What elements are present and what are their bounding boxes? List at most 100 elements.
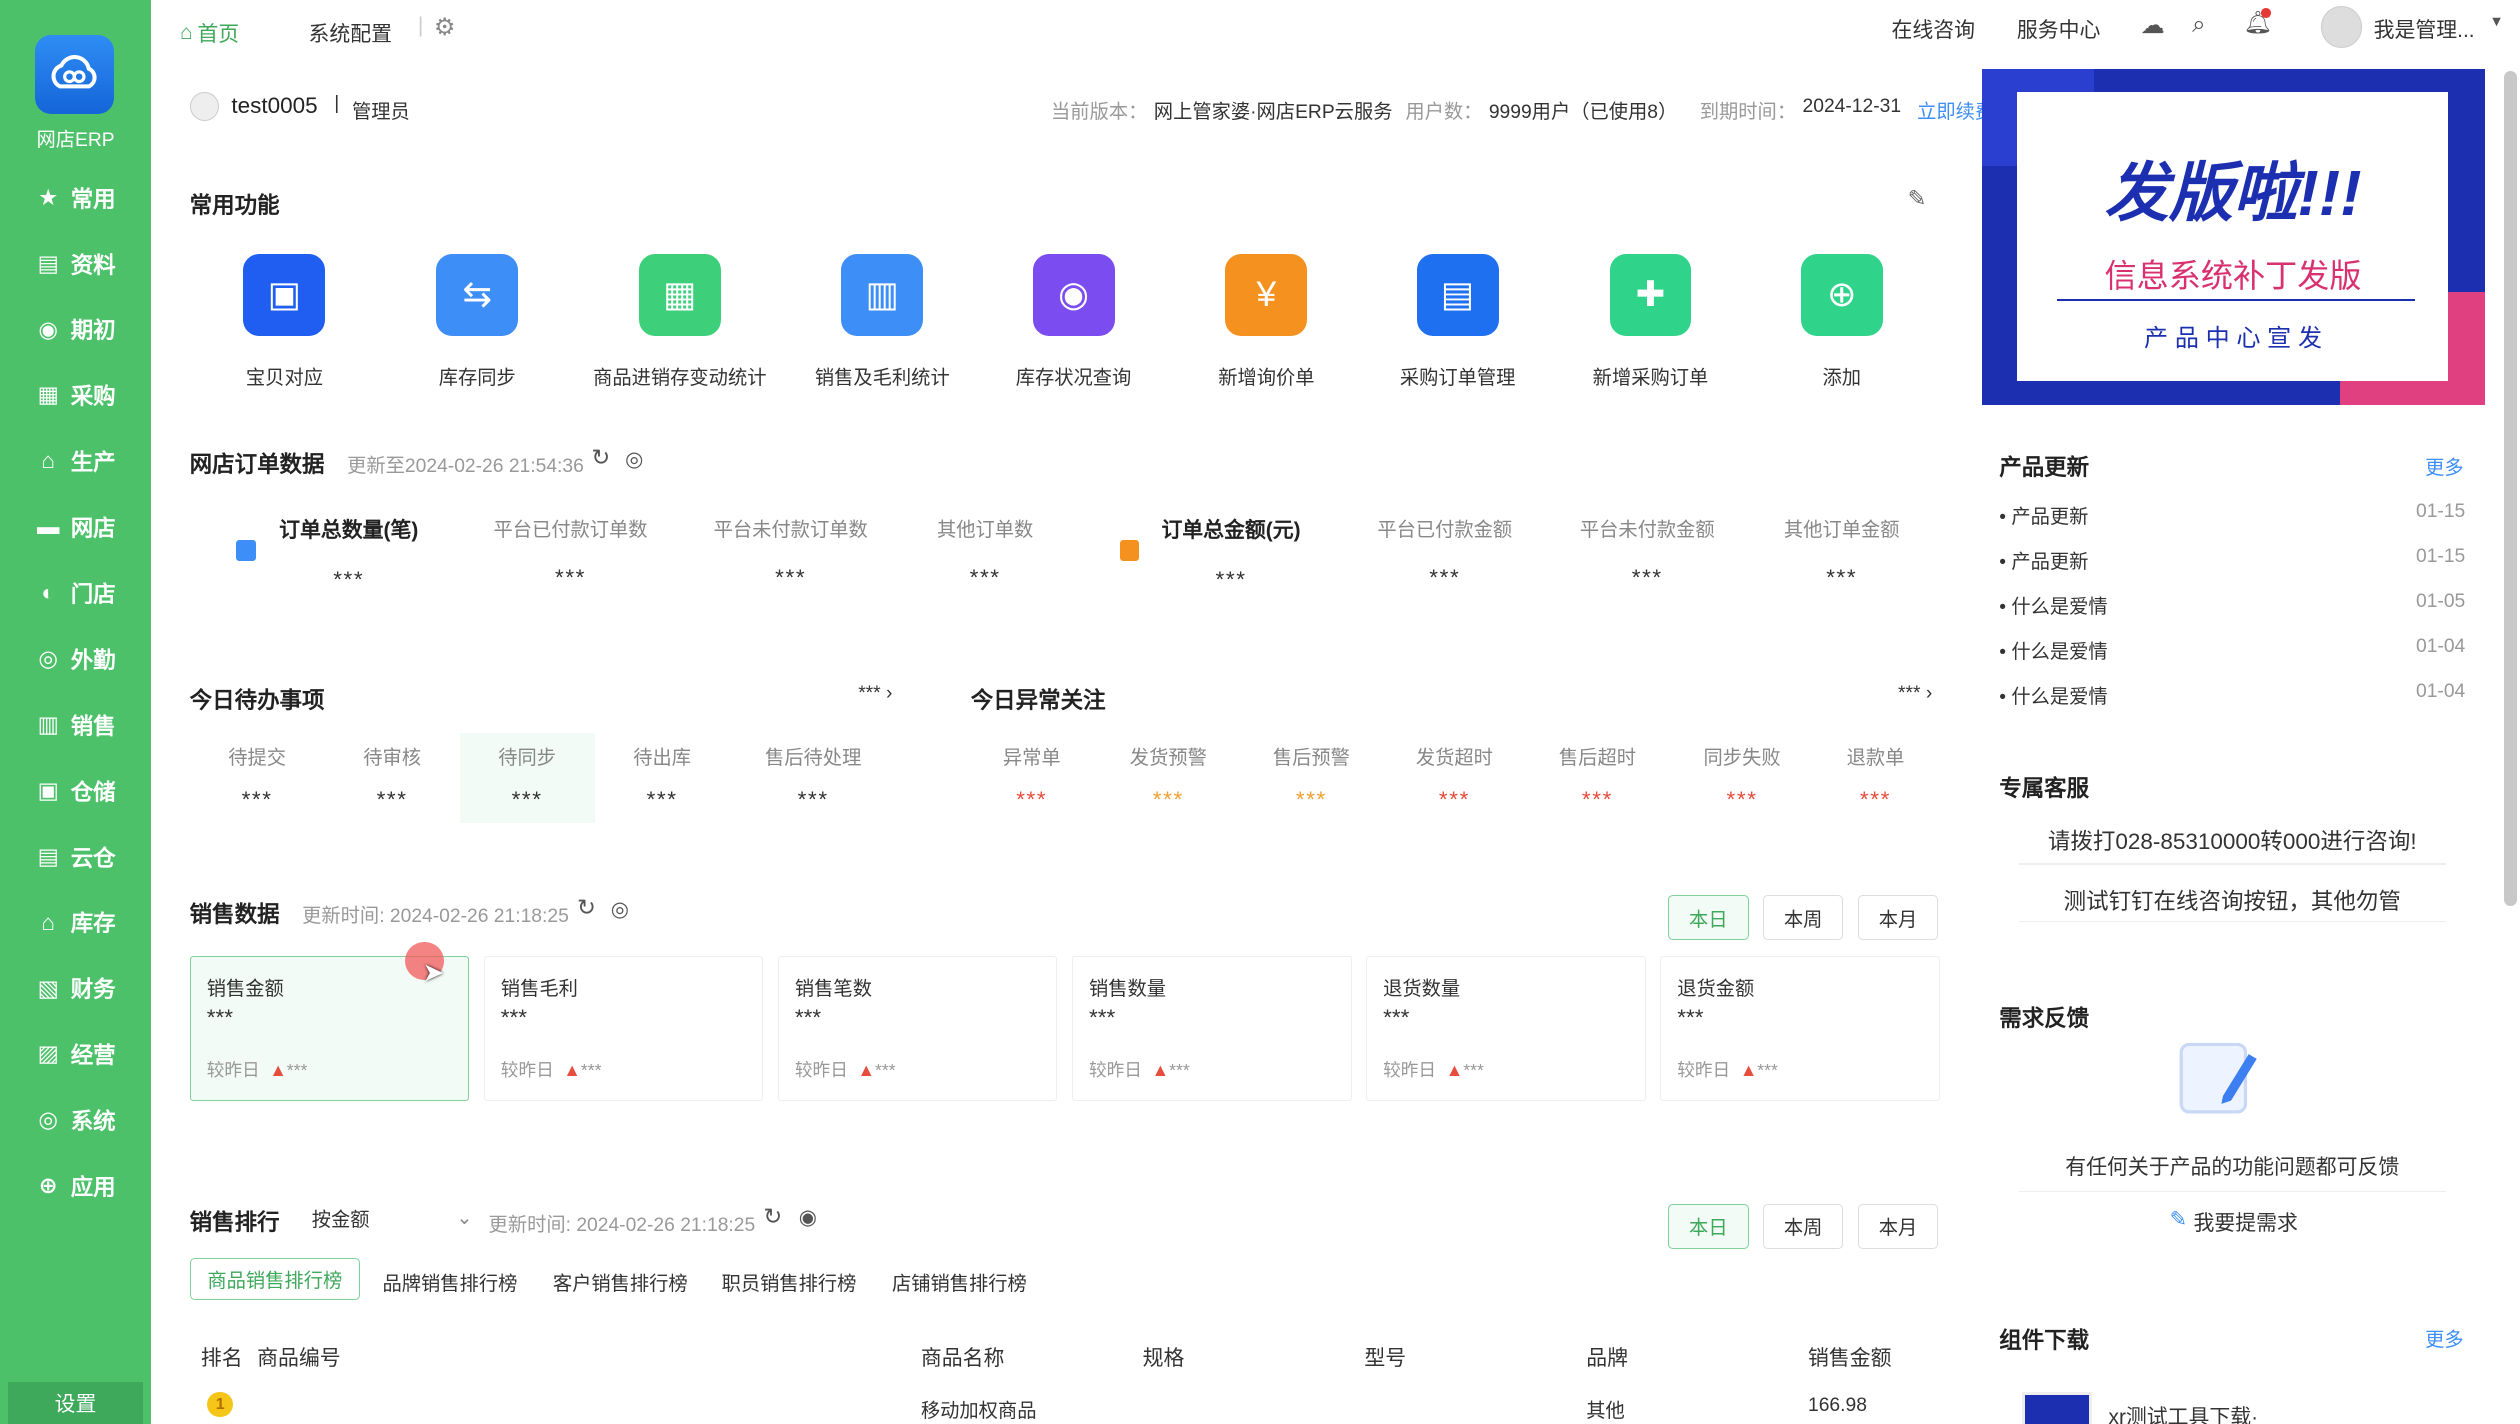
row-brand: 其他 [1586,1400,1625,1422]
sidebar-item-4[interactable]: ⌂ 生产 [35,445,115,477]
news-item-1[interactable]: • 产品更新 01-15 [1999,546,2465,574]
tab-customer-ranking[interactable]: 客户销售排行榜 [553,1268,688,1296]
sales-period-today[interactable]: 本日 [1668,895,1749,941]
download-thumbnail[interactable] [2021,1391,2093,1424]
sidebar-item-5[interactable]: ▬ 网店 [35,511,116,543]
bell-icon[interactable]: 🔔︎ [2244,8,2272,36]
sidebar-item-12[interactable]: ▧ 财务 [35,972,116,1004]
order-qty-title: 订单总数量(笔) [279,519,419,543]
function-item-2[interactable]: ▦ 商品进销存变动统计 [591,253,768,390]
business-icon: ▨ [37,1041,59,1067]
refresh-icon[interactable]: ↻ [577,895,596,921]
service-dingtalk-note[interactable]: 测试钉钉在线咨询按钮，其他勿管 [1999,884,2465,916]
tab-home[interactable]: ⌂ 首页 [180,18,239,48]
abnormal-more-link[interactable]: *** › [1898,683,1932,705]
abnormal-item-5[interactable]: 同步失败 *** [1678,742,1807,812]
tab-brand-ranking[interactable]: 品牌销售排行榜 [382,1268,517,1296]
order-amount-value: *** [1215,566,1247,592]
abnormal-item-4[interactable]: 售后超时 *** [1533,742,1662,812]
abnormal-item-3[interactable]: 发货超时 *** [1390,742,1519,812]
tab-product-ranking[interactable]: 商品销售排行榜 [189,1258,360,1301]
function-item-8[interactable]: ⊕ 添加 [1753,253,1930,390]
cloud-download-icon[interactable]: ☁ [2141,11,2165,40]
function-item-7[interactable]: ✚ 新增采购订单 [1562,253,1739,390]
sidebar-item-10[interactable]: ▤ 云仓 [35,841,116,873]
section-title-todo: 今日待办事项 [189,688,325,714]
sales-card-2[interactable]: 销售笔数 *** 较昨日 ▲*** [777,956,1058,1101]
submit-request-button[interactable]: ✎ 我要提需求 [2170,1207,2298,1237]
rank-period-week[interactable]: 本周 [1762,1203,1844,1249]
sidebar-item-14[interactable]: ◎ 系统 [35,1104,115,1136]
todo-item-0[interactable]: 待提交 *** [190,733,325,823]
service-center-link[interactable]: 服务中心 [2017,14,2101,44]
sales-card-1[interactable]: 销售毛利 *** 较昨日 ▲*** [483,956,764,1101]
product-news-more-link[interactable]: 更多 [2425,452,2464,480]
sidebar-item-0[interactable]: ★ 常用 [35,182,116,214]
abnormal-item-1[interactable]: 发货预警 *** [1104,742,1233,812]
col-model: 型号 [1364,1346,1407,1370]
scrollbar[interactable] [2503,70,2517,907]
eye-off-icon[interactable]: ◎ [611,897,629,922]
function-item-1[interactable]: ⇆ 库存同步 [389,253,566,390]
rank-metric-select[interactable]: 按金额 ⌄ [302,1197,482,1239]
sidebar-item-15[interactable]: ⊕ 应用 [35,1170,116,1202]
settings-button[interactable]: 设置 [8,1382,144,1424]
abnormal-item-2[interactable]: 售后预警 *** [1247,742,1376,812]
sidebar-item-6[interactable]: ◐ 门店 [35,577,115,609]
file-icon: ▤ [37,250,59,276]
tab-shop-ranking[interactable]: 店铺销售排行榜 [892,1268,1027,1296]
sales-period-week[interactable]: 本周 [1762,895,1844,941]
user-name[interactable]: 我是管理... [2374,14,2475,44]
function-item-4[interactable]: ◉ 库存状况查询 [985,253,1162,390]
todo-item-1[interactable]: 待审核 *** [325,733,460,823]
sales-card-4[interactable]: 退货数量 *** 较昨日 ▲*** [1366,956,1646,1101]
chart-icon: ▥ [37,711,59,737]
sidebar-item-13[interactable]: ▨ 经营 [35,1038,116,1070]
sidebar-item-9[interactable]: ▣ 仓储 [35,775,116,807]
avatar[interactable] [2320,6,2363,49]
download-item[interactable]: xr测试工具下载· [2109,1401,2259,1424]
sales-period-month[interactable]: 本月 [1857,895,1939,941]
todo-more-link[interactable]: *** › [858,683,892,705]
refresh-icon[interactable]: ↻ [591,445,610,471]
release-banner[interactable]: 发版啦!!! 信息系统补丁发版 产 品 中 心 宣 发 [1981,69,2485,405]
refresh-icon[interactable]: ↻ [763,1204,782,1230]
sidebar-item-11[interactable]: ⌂ 库存 [35,906,115,938]
news-item-2[interactable]: • 什么是爱情 01-05 [1999,591,2465,619]
sales-card-3[interactable]: 销售数量 *** 较昨日 ▲*** [1071,956,1352,1101]
edit-icon[interactable]: ✎ [1908,186,1927,212]
news-item-0[interactable]: • 产品更新 01-15 [1999,501,2465,529]
sidebar-item-2[interactable]: ◉ 期初 [35,313,115,345]
todo-item-4[interactable]: 售后待处理 *** [730,733,897,823]
todo-item-2[interactable]: 待同步 *** [459,732,595,823]
function-item-6[interactable]: ▤ 采购订单管理 [1369,253,1546,390]
rank-period-month[interactable]: 本月 [1857,1203,1939,1249]
news-item-4[interactable]: • 什么是爱情 01-04 [1999,681,2465,709]
function-item-3[interactable]: ▥ 销售及毛利统计 [794,253,971,390]
rank-period-today[interactable]: 本日 [1668,1203,1749,1249]
function-item-0[interactable]: ▣ 宝贝对应 [196,253,373,390]
app-logo[interactable] [35,35,115,115]
search-icon[interactable]: ⌕ [2192,11,2206,39]
sales-card-5[interactable]: 退货金额 *** 较昨日 ▲*** [1660,956,1940,1101]
todo-item-3[interactable]: 待出库 *** [595,733,730,823]
gear-icon[interactable]: ⚙ [434,13,456,42]
sidebar-item-7[interactable]: ◎ 外勤 [35,643,115,675]
function-icon: ¥ [1225,253,1308,336]
function-icon: ◉ [1032,253,1115,336]
abnormal-item-0[interactable]: 异常单 *** [967,742,1096,812]
chevron-down-icon[interactable]: ▼ [2489,14,2503,30]
eye-off-icon[interactable]: ◎ [625,447,643,472]
sidebar-item-8[interactable]: ▥ 销售 [35,709,116,741]
downloads-more-link[interactable]: 更多 [2425,1324,2464,1352]
news-item-3[interactable]: • 什么是爱情 01-04 [1999,636,2465,664]
eye-icon[interactable]: ◉ [799,1205,817,1230]
function-item-5[interactable]: ¥ 新增询价单 [1178,253,1355,390]
tab-config[interactable]: 系统配置 [309,18,393,48]
sidebar-item-3[interactable]: ▦ 采购 [35,379,116,411]
row-amount: 166.98 [1807,1394,1867,1416]
tab-staff-ranking[interactable]: 职员销售排行榜 [722,1268,857,1296]
sidebar-item-1[interactable]: ▤ 资料 [35,247,116,279]
online-consult-link[interactable]: 在线咨询 [1892,14,1976,44]
abnormal-item-6[interactable]: 退款单 *** [1811,742,1940,812]
